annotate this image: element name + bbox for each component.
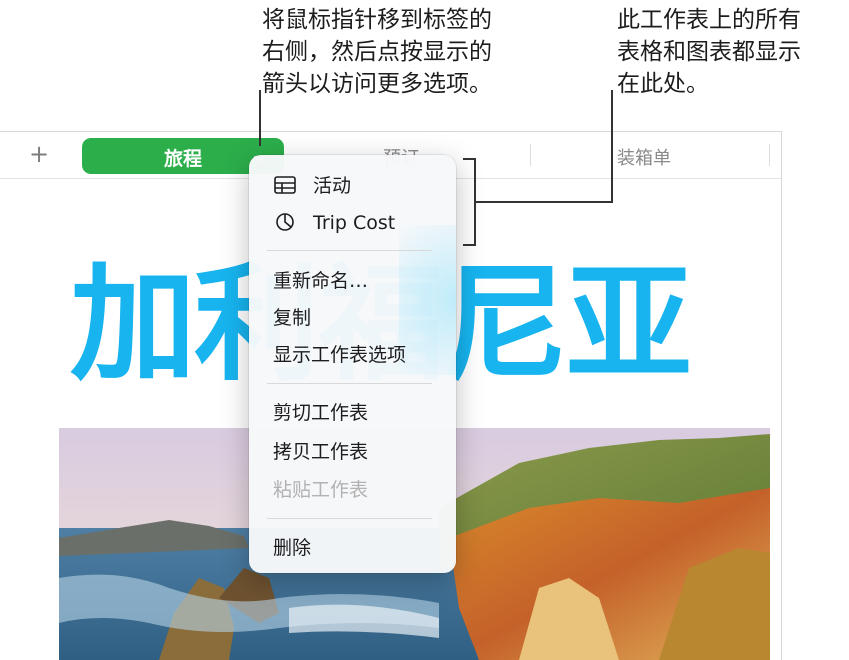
menu-item-cut-sheet[interactable]: 剪切工作表	[273, 400, 368, 426]
menu-item-show-sheet-options[interactable]: 显示工作表选项	[273, 342, 406, 368]
menu-item-label: Trip Cost	[313, 212, 396, 234]
tab-divider	[769, 144, 770, 166]
menu-item-rename[interactable]: 重新命名…	[273, 268, 368, 294]
menu-item-duplicate[interactable]: 复制	[273, 305, 311, 331]
table-icon	[274, 176, 296, 194]
menu-item-label: 活动	[313, 175, 352, 197]
menu-item-delete[interactable]: 删除	[273, 535, 311, 561]
callout-line: 在此处。	[617, 71, 709, 97]
sheet-context-menu: 活动 Trip Cost 重新命名… 复制 显示工作表选项 剪切工作表 拷贝工作…	[249, 155, 456, 573]
callout-line: 右侧，然后点按显示的	[262, 39, 492, 65]
callout-line: 表格和图表都显示	[617, 39, 801, 65]
menu-item-table[interactable]: 活动	[273, 173, 351, 199]
menu-separator	[267, 250, 432, 251]
callout-line: 此工作表上的所有	[617, 7, 801, 33]
menu-item-copy-sheet[interactable]: 拷贝工作表	[273, 439, 368, 465]
tab-divider	[530, 144, 531, 166]
menu-separator	[267, 383, 432, 384]
menu-item-chart[interactable]: Trip Cost	[273, 210, 395, 236]
callout-line: 将鼠标指针移到标签的	[262, 7, 492, 33]
tab-sheet[interactable]: 装箱单	[617, 144, 671, 170]
menu-item-paste-sheet: 粘贴工作表	[273, 479, 369, 501]
callout-leader-line	[611, 90, 613, 202]
callout-objects-list: 此工作表上的所有 表格和图表都显示 在此处。	[617, 4, 801, 100]
bracket-vertical	[474, 158, 476, 246]
callout-leader-line	[476, 201, 613, 203]
chart-icon	[276, 213, 294, 231]
menu-separator	[267, 518, 432, 519]
callout-leader-line	[259, 90, 261, 146]
add-sheet-button[interactable]: +	[26, 142, 52, 168]
callout-tab-arrow: 将鼠标指针移到标签的 右侧，然后点按显示的 箭头以访问更多选项。	[262, 4, 492, 100]
callout-line: 箭头以访问更多选项。	[262, 71, 492, 97]
bracket-bottom	[463, 244, 476, 246]
menu-glow	[399, 225, 456, 375]
